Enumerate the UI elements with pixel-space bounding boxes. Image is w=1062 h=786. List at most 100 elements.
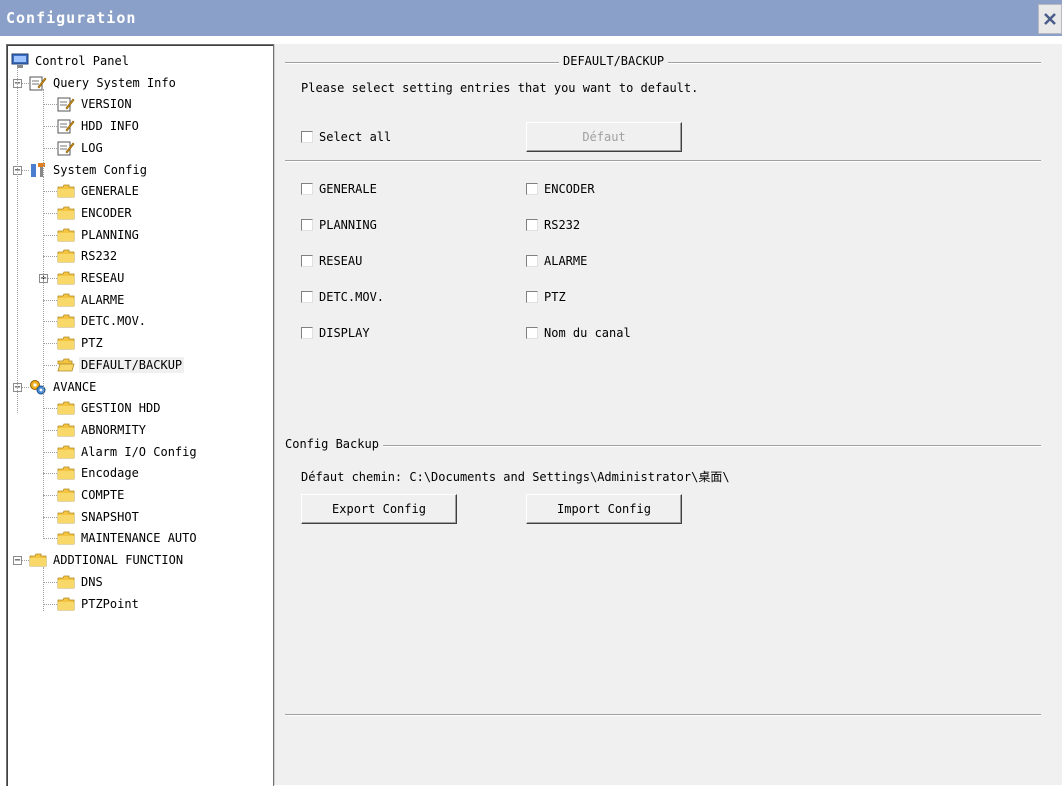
default-button[interactable]: Défaut: [526, 122, 682, 152]
tree-item[interactable]: SNAPSHOT: [57, 506, 141, 528]
folder-icon: [57, 400, 75, 416]
tree-item[interactable]: DEFAULT/BACKUP: [57, 354, 185, 376]
tree-guide-line: [43, 176, 44, 394]
tree-item-label: DNS: [81, 574, 103, 589]
checkbox-box[interactable]: [301, 327, 313, 339]
tree-connector: [43, 191, 57, 193]
tree-item-label: DETC.MOV.: [81, 314, 147, 329]
expander-glyph: −: [14, 555, 21, 567]
tree-item[interactable]: PTZ: [57, 332, 105, 354]
notepad-icon: [57, 140, 75, 156]
tree-item-label: GENERALE: [81, 184, 139, 199]
folder-icon: [57, 444, 75, 460]
tree-item[interactable]: GESTION HDD: [57, 397, 162, 419]
default-option-checkbox[interactable]: DISPLAY: [301, 326, 370, 340]
default-option-checkbox[interactable]: ENCODER: [526, 182, 595, 196]
bottom-divider: [285, 714, 1041, 716]
tree-item-label: ALARME: [81, 292, 125, 307]
close-button[interactable]: [1038, 4, 1062, 34]
default-option-checkbox[interactable]: Nom du canal: [526, 326, 631, 340]
tree-item-label: ENCODER: [81, 205, 132, 220]
folder-icon: [57, 574, 75, 590]
navigation-tree: Control Panel Query System Info − VERSION HD…: [7, 45, 273, 786]
checkbox-box[interactable]: [526, 183, 538, 195]
tree-item[interactable]: System Config: [29, 159, 149, 181]
folder-icon: [57, 465, 75, 481]
open-folder-icon: [57, 357, 75, 373]
tree-item[interactable]: PLANNING: [57, 224, 141, 246]
tree-item[interactable]: LOG: [57, 137, 105, 159]
tree-item[interactable]: DNS: [57, 571, 105, 593]
checkbox-box[interactable]: [526, 291, 538, 303]
select-all-label: Select all: [319, 130, 392, 144]
tree-item[interactable]: GENERALE: [57, 180, 141, 202]
default-option-label: DETC.MOV.: [319, 290, 385, 304]
tree-item-label: SNAPSHOT: [81, 509, 139, 524]
tree-connector: [43, 538, 57, 540]
tree-item-label: ADDTIONAL FUNCTION: [53, 553, 184, 568]
checkbox-box[interactable]: [301, 255, 313, 267]
tree-connector: [43, 299, 57, 301]
navigation-tree-pane: Control Panel Query System Info − VERSION HD…: [6, 44, 274, 786]
checkbox-box[interactable]: [526, 219, 538, 231]
tree-item-label: COMPTE: [81, 488, 125, 502]
tree-connector: [43, 473, 57, 475]
tree-connector: [43, 234, 57, 236]
folder-icon: [57, 205, 75, 221]
tree-connector: [43, 408, 57, 410]
tree-item[interactable]: RESEAU: [57, 267, 126, 289]
checkbox-box[interactable]: [301, 183, 313, 195]
tree-item[interactable]: HDD INFO: [57, 115, 141, 137]
tree-item[interactable]: PTZPoint: [57, 593, 141, 615]
checkbox-box[interactable]: [301, 131, 313, 143]
checkbox-box[interactable]: [526, 327, 538, 339]
tree-connector: [43, 429, 57, 431]
folder-icon: [57, 335, 75, 351]
tree-item[interactable]: RS232: [57, 245, 119, 267]
export-config-button[interactable]: Export Config: [301, 494, 457, 524]
tree-item-label: PTZ: [81, 336, 103, 351]
default-option-checkbox[interactable]: ALARME: [526, 254, 587, 268]
tree-item[interactable]: COMPTE: [57, 484, 126, 506]
tree-connector: [43, 321, 57, 323]
default-option-checkbox[interactable]: PLANNING: [301, 218, 377, 232]
tree-item-label: HDD INFO: [81, 119, 139, 134]
tree-item-label: ABNORMITY: [81, 422, 147, 437]
folder-icon: [57, 596, 75, 612]
folder-icon: [57, 422, 75, 438]
tree-item[interactable]: ABNORMITY: [57, 419, 148, 441]
tree-item-label: PTZPoint: [81, 596, 139, 611]
tree-item[interactable]: Alarm I/O Config: [57, 441, 199, 463]
import-config-button[interactable]: Import Config: [526, 494, 682, 524]
collapse-icon[interactable]: −: [13, 555, 22, 567]
default-option-checkbox[interactable]: DETC.MOV.: [301, 290, 384, 304]
tree-item[interactable]: ADDTIONAL FUNCTION: [29, 549, 185, 571]
checkbox-box[interactable]: [301, 291, 313, 303]
tree-connector: [43, 212, 57, 214]
tree-item[interactable]: Query System Info: [29, 72, 178, 94]
default-option-checkbox[interactable]: GENERALE: [301, 182, 377, 196]
default-option-label: PTZ: [544, 290, 566, 304]
select-all-checkbox[interactable]: Select all: [301, 130, 391, 144]
tree-item[interactable]: ENCODER: [57, 202, 134, 224]
default-option-checkbox[interactable]: RESEAU: [301, 254, 362, 268]
tree-item[interactable]: ALARME: [57, 289, 126, 311]
checkbox-box[interactable]: [526, 255, 538, 267]
folder-icon: [57, 530, 75, 546]
tree-item[interactable]: VERSION: [57, 93, 134, 115]
notepad-icon: [29, 75, 47, 91]
tree-item[interactable]: DETC.MOV.: [57, 310, 148, 332]
tree-item[interactable]: MAINTENANCE AUTO: [57, 527, 199, 549]
checkbox-box[interactable]: [301, 219, 313, 231]
notepad-icon: [57, 118, 75, 134]
tree-item-label: Control Panel: [35, 54, 129, 68]
tree-item[interactable]: Encodage: [57, 462, 141, 484]
tree-item[interactable]: AVANCE: [29, 376, 98, 398]
default-option-checkbox[interactable]: PTZ: [526, 290, 566, 304]
tree-item-label: Query System Info: [53, 75, 176, 90]
tree-connector: [43, 495, 57, 496]
folder-icon: [57, 227, 75, 243]
default-option-checkbox[interactable]: RS232: [526, 218, 580, 232]
folder-icon: [57, 509, 75, 525]
tree-item[interactable]: Control Panel: [11, 50, 131, 72]
